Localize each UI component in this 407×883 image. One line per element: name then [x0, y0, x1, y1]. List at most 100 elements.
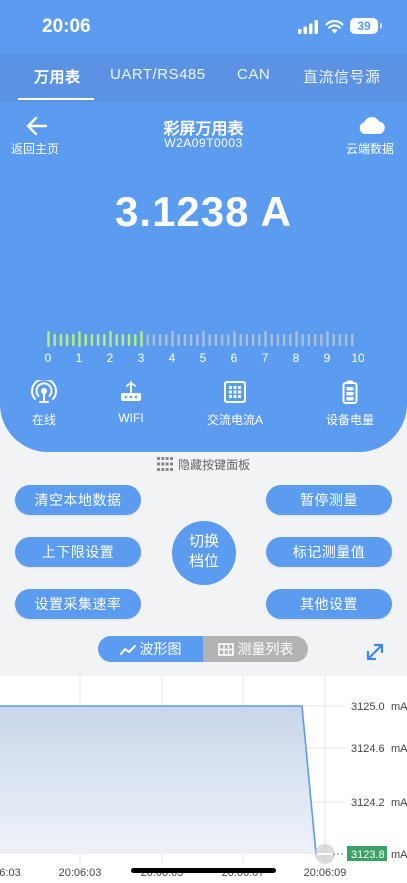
switch-range-line1: 切换: [188, 533, 219, 550]
tab-bar: 万用表 UART/RS485 CAN 直流信号源: [0, 54, 407, 102]
scale-tick: [326, 331, 329, 347]
x-tick-label: 20:06:09: [304, 867, 347, 879]
scale-tick: [152, 334, 156, 346]
status-time: 20:06: [42, 16, 91, 37]
indicator-online-label: 在线: [31, 413, 56, 427]
tab-can[interactable]: CAN: [237, 66, 270, 83]
measurement-list-tab[interactable]: 测量列表: [203, 636, 308, 662]
waveform-chart[interactable]: 3125.0 mA 3124.6 mA 3124.2 mA 3123.8 mA 6:03 20:0…: [0, 676, 407, 883]
ac-current-grid-icon: [224, 381, 246, 403]
scale-tick: [47, 331, 50, 347]
scale-tick: [301, 334, 304, 346]
y-axis-unit: mA: [391, 701, 407, 713]
pause-measurement-button[interactable]: 暂停测量: [266, 485, 392, 515]
scale-label: 10: [351, 351, 364, 365]
battery-level-badge: 39: [350, 18, 378, 34]
scale-tick: [264, 331, 267, 347]
scale-tick: [239, 334, 242, 346]
scale-tick: [84, 334, 87, 346]
scale-label: 0: [45, 351, 52, 365]
scale-tick: [214, 334, 218, 346]
scale-tick: [344, 334, 348, 346]
scale-tick: [134, 334, 137, 346]
scale-tick: [320, 334, 323, 346]
tab-multimeter[interactable]: 万用表: [34, 66, 81, 87]
scale-tick: [233, 331, 236, 347]
scale-tick: [115, 334, 118, 346]
scale-tick: [289, 334, 292, 346]
switch-range-line2: 档位: [188, 553, 219, 570]
scale-tick: [258, 334, 261, 346]
scale-label: 9: [324, 351, 331, 365]
hide-key-panel-toggle[interactable]: 隐藏按键面板: [0, 456, 407, 473]
home-indicator: [131, 868, 276, 873]
scale-tick: [183, 334, 187, 346]
switch-range-button[interactable]: 切换 档位: [172, 521, 236, 585]
scale-tick: [351, 334, 354, 346]
scale-tick: [220, 334, 224, 346]
scale-tick: [282, 334, 286, 346]
indicator-ac-current: 交流电流A: [198, 380, 272, 428]
y-axis-unit: mA: [391, 849, 407, 861]
indicator-wifi: WIFI: [109, 380, 153, 425]
scale-tick: [146, 334, 149, 346]
scale-tick: [270, 334, 273, 346]
sampling-rate-button[interactable]: 设置采集速率: [15, 589, 141, 619]
tab-uart-rs485[interactable]: UART/RS485: [110, 66, 206, 83]
scale-tick: [72, 334, 75, 346]
y-tick-label: 3124.6: [351, 743, 385, 755]
waveform-view-label: 波形图: [139, 641, 182, 657]
scale-tick: [127, 334, 131, 346]
range-scale: 0 1 2 3 4 5 6 7 8 9 10: [45, 331, 364, 365]
wifi-status-icon: [325, 20, 344, 34]
scale-tick: [53, 334, 56, 346]
scale-label: 7: [262, 351, 269, 365]
scale-tick: [245, 334, 249, 346]
scale-tick: [295, 331, 298, 347]
indicator-battery: 设备电量: [320, 380, 380, 428]
x-tick-label: 6:03: [0, 867, 21, 879]
cloud-data-button[interactable]: 云端数据: [344, 116, 400, 156]
cloud-data-label: 云端数据: [346, 142, 395, 156]
scale-label: 2: [107, 351, 114, 365]
other-settings-button[interactable]: 其他设置: [266, 589, 392, 619]
scale-tick: [78, 331, 81, 347]
scale-tick: [177, 334, 180, 346]
scale-tick: [65, 334, 69, 346]
online-signal-icon: [31, 378, 57, 403]
scale-tick: [189, 334, 193, 346]
measurement-list-label: 测量列表: [237, 641, 294, 657]
y-axis-unit: mA: [391, 797, 407, 809]
y-tick-label: 3125.0: [351, 701, 385, 713]
battery-icon: [342, 380, 358, 404]
scale-tick: [196, 334, 199, 346]
view-toggle: 波形图 测量列表: [98, 636, 308, 662]
scale-tick: [171, 331, 174, 347]
mark-value-button[interactable]: 标记测量值: [266, 537, 392, 567]
table-list-icon: [217, 643, 234, 656]
scale-tick: [165, 334, 168, 346]
scale-label: 3: [138, 351, 145, 365]
keypad-grid-icon: [156, 457, 173, 471]
battery-nub: [380, 23, 382, 29]
clear-local-data-button[interactable]: 清空本地数据: [15, 485, 141, 515]
scale-label: 8: [293, 351, 300, 365]
status-bar: 20:06 39: [0, 0, 407, 54]
tab-dc-signal-source[interactable]: 直流信号源: [303, 66, 381, 87]
scale-tick: [109, 331, 112, 347]
scale-label: 6: [231, 351, 238, 365]
meter-panel: 20:06 39 万用表 UART/RS485 CAN 直流信号源 返回主页 彩…: [0, 0, 407, 452]
scale-tick: [251, 334, 255, 346]
expand-icon[interactable]: [364, 641, 386, 663]
limit-settings-button[interactable]: 上下限设置: [15, 537, 141, 567]
hide-key-panel-label: 隐藏按键面板: [178, 458, 251, 472]
scale-label: 5: [200, 351, 207, 365]
indicator-battery-label: 设备电量: [325, 413, 374, 427]
cell-signal-icon: [298, 20, 318, 34]
scale-tick: [90, 334, 94, 346]
scale-tick: [338, 334, 342, 346]
scale-tick: [121, 334, 125, 346]
scale-tick: [59, 334, 63, 346]
scale-tick: [227, 334, 230, 346]
waveform-view-tab[interactable]: 波形图: [98, 636, 203, 662]
